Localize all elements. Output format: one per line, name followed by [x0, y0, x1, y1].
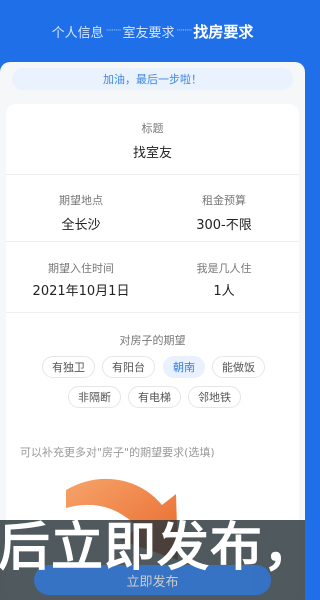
expectations-label: 对房子的期望: [119, 334, 186, 347]
divider: [6, 174, 299, 175]
tag-no-partition[interactable]: 非隔断: [68, 386, 121, 408]
step-roommate-requirements[interactable]: 室友要求: [122, 22, 174, 41]
occupants-select[interactable]: 1人: [159, 280, 289, 299]
move-in-label: 期望入住时间: [48, 262, 114, 275]
budget-select[interactable]: 300-不限: [159, 214, 289, 233]
move-in-date-picker[interactable]: 2021年10月1日: [16, 280, 146, 299]
location-select[interactable]: 全长沙: [16, 214, 146, 233]
tag-near-subway[interactable]: 邻地铁: [188, 386, 241, 408]
step-personal-info[interactable]: 个人信息: [52, 22, 104, 41]
title-field[interactable]: 找室友: [6, 142, 299, 161]
progress-stepper: 个人信息 ········ 室友要求 ········ 找房要求: [0, 0, 305, 62]
step-divider: ········: [105, 26, 122, 36]
tag-elevator[interactable]: 有电梯: [128, 386, 181, 408]
step-divider: ········: [176, 26, 193, 36]
extra-requirements-textarea[interactable]: 可以补充更多对"房子"的期望要求(选填): [20, 444, 290, 460]
budget-label: 租金预算: [202, 194, 246, 207]
step-housing-requirements[interactable]: 找房要求: [193, 21, 253, 42]
divider: [6, 241, 299, 242]
tag-balcony[interactable]: 有阳台: [102, 356, 155, 378]
title-label: 标题: [141, 122, 164, 135]
tag-south-facing[interactable]: 朝南: [163, 356, 205, 378]
overlay-caption: 后立即发布，: [0, 518, 317, 578]
divider: [6, 312, 299, 313]
tag-cooking[interactable]: 能做饭: [212, 356, 265, 378]
tag-private-bathroom[interactable]: 有独卫: [42, 356, 95, 378]
occupants-label: 我是几人住: [196, 262, 252, 275]
location-label: 期望地点: [59, 194, 103, 207]
encouragement-banner: 加油，最后一步啦！: [12, 68, 293, 90]
